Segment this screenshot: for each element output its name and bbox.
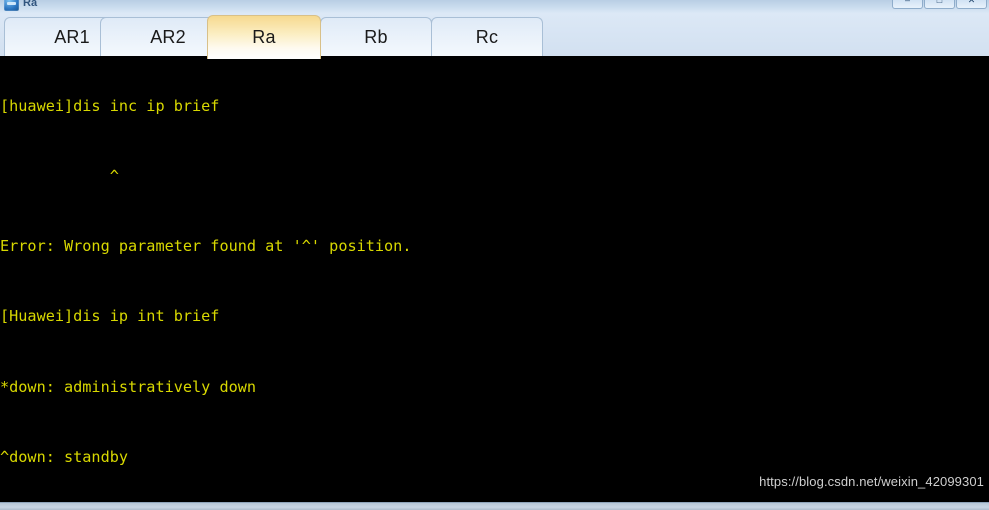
- tab-label: Ra: [252, 27, 276, 47]
- tab-label: AR2: [150, 27, 186, 47]
- window-title: Ra: [23, 0, 38, 9]
- terminal-text: [huawei]dis inc ip brief ^ Error: Wrong …: [0, 56, 989, 503]
- maximize-icon: □: [936, 0, 943, 5]
- device-tab-strip: AR1 AR2 Ra Rb Rc: [0, 13, 989, 59]
- terminal-line: ^down: standby: [0, 447, 129, 466]
- tab-label: Rc: [475, 27, 499, 47]
- router-cli-window: Ra – □ ✕ AR1 AR2 Ra Rb Rc [huawei]dis in…: [0, 0, 989, 510]
- tab-rc[interactable]: Rc: [431, 17, 543, 57]
- terminal-line: [huawei]dis inc ip brief: [0, 96, 220, 115]
- tab-ra[interactable]: Ra: [207, 15, 321, 59]
- minimize-icon: –: [904, 0, 911, 5]
- minimize-button[interactable]: –: [892, 0, 923, 9]
- window-titlebar: Ra – □ ✕: [0, 0, 989, 14]
- window-bottom-border: [0, 502, 989, 510]
- terminal-line: ^: [0, 167, 119, 186]
- watermark-text: https://blog.csdn.net/weixin_42099301: [759, 474, 984, 489]
- close-button[interactable]: ✕: [956, 0, 987, 9]
- terminal-line: *down: administratively down: [0, 377, 257, 396]
- close-icon: ✕: [967, 0, 976, 5]
- tab-label: AR1: [54, 27, 90, 47]
- terminal-output-pane[interactable]: [huawei]dis inc ip brief ^ Error: Wrong …: [0, 56, 989, 503]
- tab-label: Rb: [364, 27, 388, 47]
- maximize-button[interactable]: □: [924, 0, 955, 9]
- terminal-line: [Huawei]dis ip int brief: [0, 307, 220, 326]
- router-icon: [4, 0, 19, 11]
- tab-rb[interactable]: Rb: [320, 17, 432, 57]
- terminal-line: Error: Wrong parameter found at '^' posi…: [0, 237, 412, 256]
- window-controls: – □ ✕: [892, 0, 987, 9]
